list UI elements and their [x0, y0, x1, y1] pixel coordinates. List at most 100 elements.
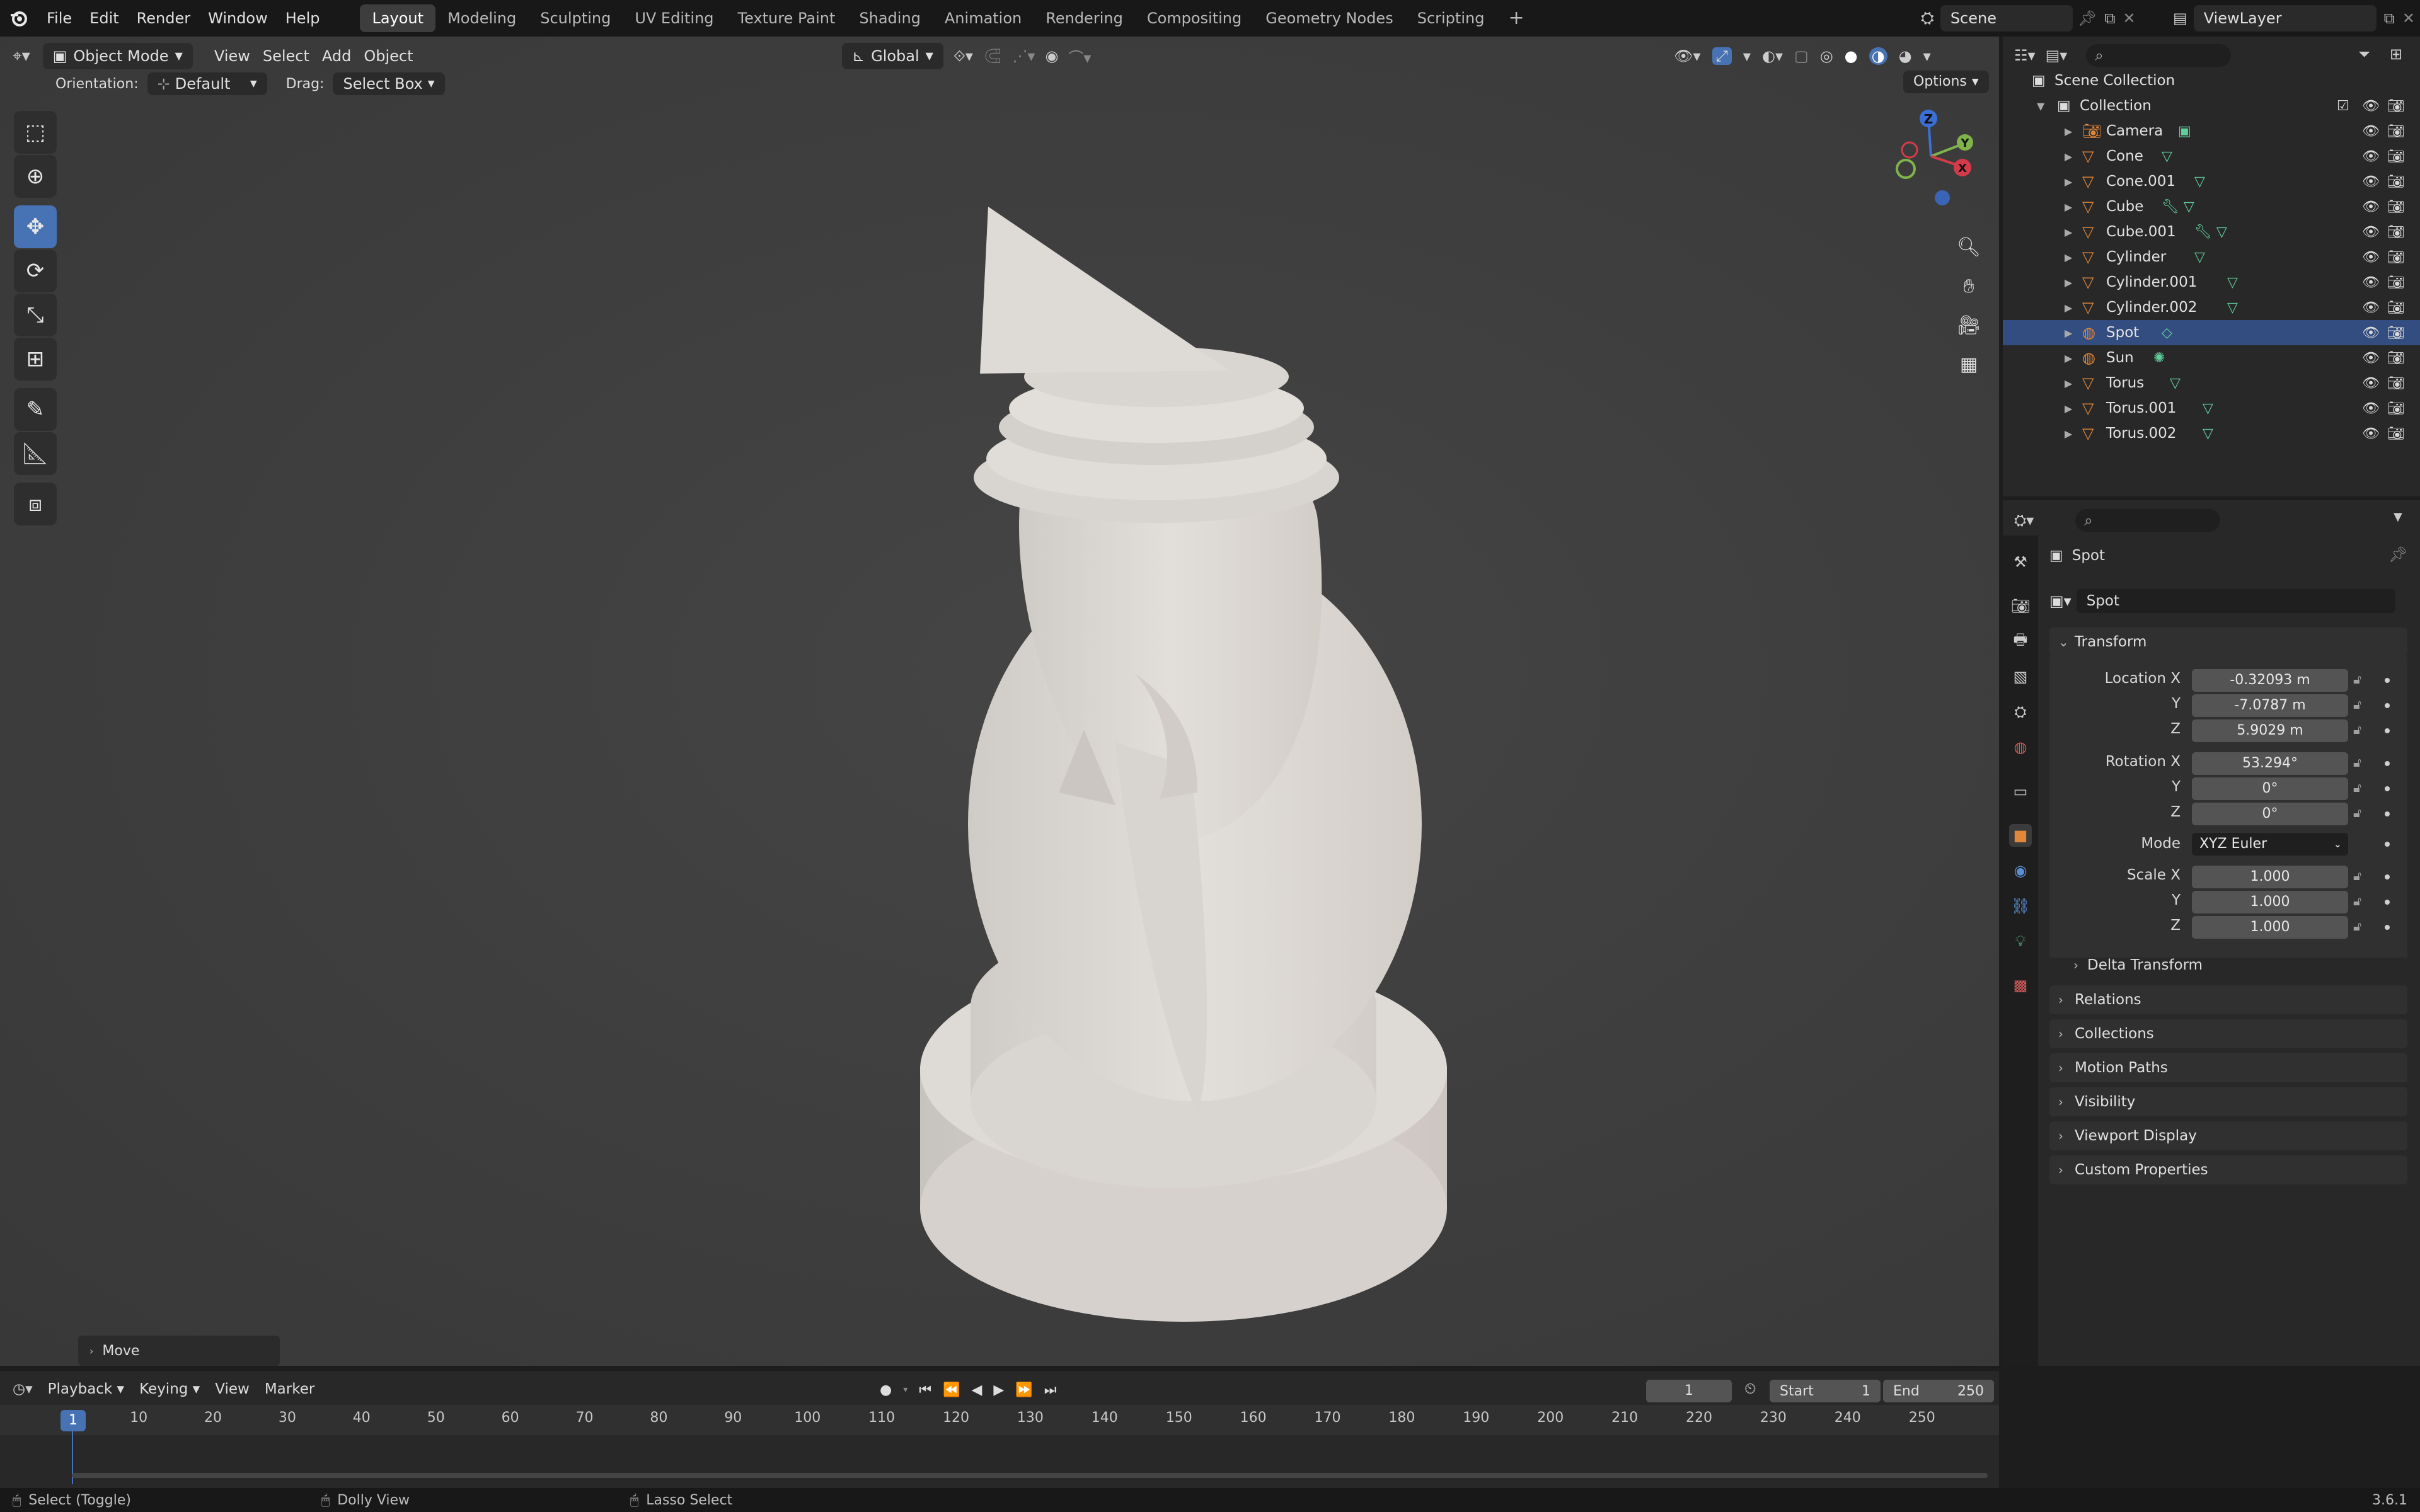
chevron-down-icon[interactable]: ▾: [903, 1385, 908, 1395]
relations-panel[interactable]: › Relations: [2049, 985, 2407, 1014]
clock-icon[interactable]: ⏲: [1744, 1380, 1756, 1397]
pin-icon[interactable]: 📌︎: [2388, 546, 2407, 563]
render-camera-icon[interactable]: 📷︎: [2387, 300, 2405, 316]
menu-add[interactable]: Add: [322, 47, 351, 65]
eye-icon[interactable]: 👁︎: [2362, 149, 2380, 164]
view-layer-tab-icon[interactable]: ▧: [2009, 665, 2032, 688]
pivot-icon[interactable]: ⟐▾: [954, 47, 973, 65]
keyframe-dot[interactable]: [2385, 842, 2390, 847]
expand-icon[interactable]: ▶: [2065, 176, 2072, 188]
location-x-field[interactable]: -0.32093 m: [2192, 669, 2348, 692]
proportional-edit-icon[interactable]: ◉: [1045, 47, 1058, 65]
expand-icon[interactable]: ▶: [2065, 352, 2072, 364]
last-operator-panel[interactable]: › Move: [78, 1336, 280, 1366]
menu-edit[interactable]: Edit: [81, 0, 127, 37]
next-keyframe-icon[interactable]: ⏩: [1015, 1382, 1032, 1398]
filter-icon[interactable]: ⏷: [2358, 45, 2370, 63]
light-data-tab-icon[interactable]: 💡︎: [2009, 930, 2032, 953]
outliner-item[interactable]: ▶ ▽ Cylinder 👁︎ 📷︎ ▽: [2003, 244, 2420, 270]
xray-icon[interactable]: ▢: [1794, 47, 1809, 65]
lock-icon[interactable]: 🔓︎: [2353, 893, 2361, 908]
expand-icon[interactable]: ▶: [2065, 226, 2072, 238]
3d-model[interactable]: [819, 163, 1512, 1347]
render-camera-icon[interactable]: 📷︎: [2387, 224, 2405, 240]
outliner-item[interactable]: ▶ ◍ Spot 👁︎ 📷︎ ◇: [2003, 320, 2420, 345]
keyframe-dot[interactable]: [2385, 761, 2390, 766]
custom-properties-panel[interactable]: › Custom Properties: [2049, 1155, 2407, 1184]
checkbox-icon[interactable]: ☑: [2337, 98, 2349, 114]
expand-icon[interactable]: ▶: [2065, 201, 2072, 213]
tab-layout[interactable]: Layout: [360, 4, 436, 32]
outliner-item[interactable]: ▶ ▽ Cylinder.002 👁︎ 📷︎ ▽: [2003, 295, 2420, 320]
keyframe-dot[interactable]: [2385, 678, 2390, 683]
collections-panel[interactable]: › Collections: [2049, 1019, 2407, 1048]
menu-select[interactable]: Select: [263, 47, 309, 65]
move-tool[interactable]: ✥: [14, 205, 57, 248]
eye-icon[interactable]: 👁︎: [2362, 98, 2380, 114]
eye-icon[interactable]: 👁︎: [2362, 224, 2380, 240]
outliner-search-input[interactable]: ⌕: [2086, 44, 2232, 67]
datablock-name-field[interactable]: Spot: [2076, 589, 2395, 613]
tab-texture-paint[interactable]: Texture Paint: [726, 4, 848, 32]
properties-type-icon[interactable]: ⛭▾: [2014, 512, 2034, 529]
rotation-z-field[interactable]: 0°: [2192, 803, 2348, 825]
eye-icon[interactable]: 👁︎: [2362, 174, 2380, 190]
scene-name-field[interactable]: Scene: [1940, 5, 2073, 32]
scale-y-field[interactable]: 1.000: [2192, 891, 2348, 914]
navigation-gizmo[interactable]: Z Y X: [1881, 106, 1988, 213]
tab-rendering[interactable]: Rendering: [1034, 4, 1135, 32]
keyframe-dot[interactable]: [2385, 900, 2390, 905]
play-icon[interactable]: ▶: [993, 1382, 1004, 1398]
add-cube-tool[interactable]: ⧈: [14, 483, 57, 525]
outliner-item[interactable]: ▶ 📷︎ Camera 👁︎ 📷︎ ▣: [2003, 118, 2420, 144]
visibility-icon[interactable]: 👁︎▾: [1674, 47, 1701, 65]
scene-selector[interactable]: ⛭ Scene 📌︎ ⧉ ✕: [1921, 4, 2136, 33]
properties-search-input[interactable]: ⌕: [2075, 509, 2221, 532]
keyframe-dot[interactable]: [2385, 811, 2390, 816]
render-camera-icon[interactable]: 📷︎: [2387, 401, 2405, 416]
end-frame-field[interactable]: End 250: [1883, 1380, 1994, 1402]
scale-x-field[interactable]: 1.000: [2192, 866, 2348, 888]
annotate-tool[interactable]: ✎: [14, 388, 57, 431]
outliner-item[interactable]: ▶ ▽ Cube.001 👁︎ 📷︎ 🔧︎ ▽: [2003, 219, 2420, 244]
eye-icon[interactable]: 👁︎: [2362, 401, 2380, 416]
view-layer-selector[interactable]: ▤ ViewLayer ⧉ ✕: [2173, 4, 2415, 33]
eye-icon[interactable]: 👁︎: [2362, 275, 2380, 290]
render-camera-icon[interactable]: 📷︎: [2387, 325, 2405, 341]
record-icon[interactable]: ●: [880, 1382, 892, 1398]
solid-shading-icon[interactable]: ●: [1845, 47, 1858, 65]
3d-viewport[interactable]: ⌖▾ ▣ Object Mode ▼ View Select Add Objec…: [0, 37, 1999, 1366]
render-camera-icon[interactable]: 📷︎: [2387, 350, 2405, 366]
rendered-shading-icon[interactable]: ◕: [1899, 47, 1912, 65]
collection-tab-icon[interactable]: ▭: [2009, 780, 2032, 803]
lock-icon[interactable]: 🔓︎: [2353, 672, 2361, 687]
world-tab-icon[interactable]: ◍: [2009, 736, 2032, 759]
blender-logo-icon[interactable]: [0, 0, 38, 37]
constraints-tab-icon[interactable]: ⛓: [2009, 895, 2032, 917]
render-camera-icon[interactable]: 📷︎: [2387, 375, 2405, 391]
gizmo-dropdown-icon[interactable]: ▼: [1743, 50, 1751, 62]
remove-scene-icon[interactable]: ✕: [2123, 9, 2135, 27]
overlay-icon[interactable]: ◐▾: [1762, 47, 1783, 65]
outliner-item[interactable]: ▶ ◍ Sun 👁︎ 📷︎ ✺: [2003, 345, 2420, 370]
menu-marker[interactable]: Marker: [265, 1381, 315, 1397]
outliner-item[interactable]: ▶ ▽ Cone 👁︎ 📷︎ ▽: [2003, 144, 2420, 169]
rotation-y-field[interactable]: 0°: [2192, 777, 2348, 800]
expand-icon[interactable]: ▶: [2065, 327, 2072, 339]
menu-help[interactable]: Help: [277, 0, 329, 37]
expand-icon[interactable]: ▶: [2065, 125, 2072, 137]
measure-tool[interactable]: 📐︎: [14, 432, 57, 475]
render-camera-icon[interactable]: 📷︎: [2387, 174, 2405, 190]
menu-playback[interactable]: Playback ▾: [48, 1381, 124, 1397]
tab-uv-editing[interactable]: UV Editing: [623, 4, 725, 32]
tab-scripting[interactable]: Scripting: [1405, 4, 1497, 32]
outliner-scene-collection[interactable]: ▣ Scene Collection: [2003, 68, 2420, 93]
expand-icon[interactable]: ▶: [2065, 302, 2072, 314]
transform-tool[interactable]: ⊞: [14, 338, 57, 381]
play-reverse-icon[interactable]: ◀: [971, 1382, 982, 1398]
outliner-type-icon[interactable]: ☷▾: [2014, 47, 2036, 64]
camera-view-icon[interactable]: 🎥︎: [1950, 306, 1988, 344]
wireframe-shading-icon[interactable]: ◎: [1820, 47, 1833, 65]
viewport-display-panel[interactable]: › Viewport Display: [2049, 1121, 2407, 1150]
playhead-frame-badge[interactable]: 1: [60, 1410, 86, 1431]
